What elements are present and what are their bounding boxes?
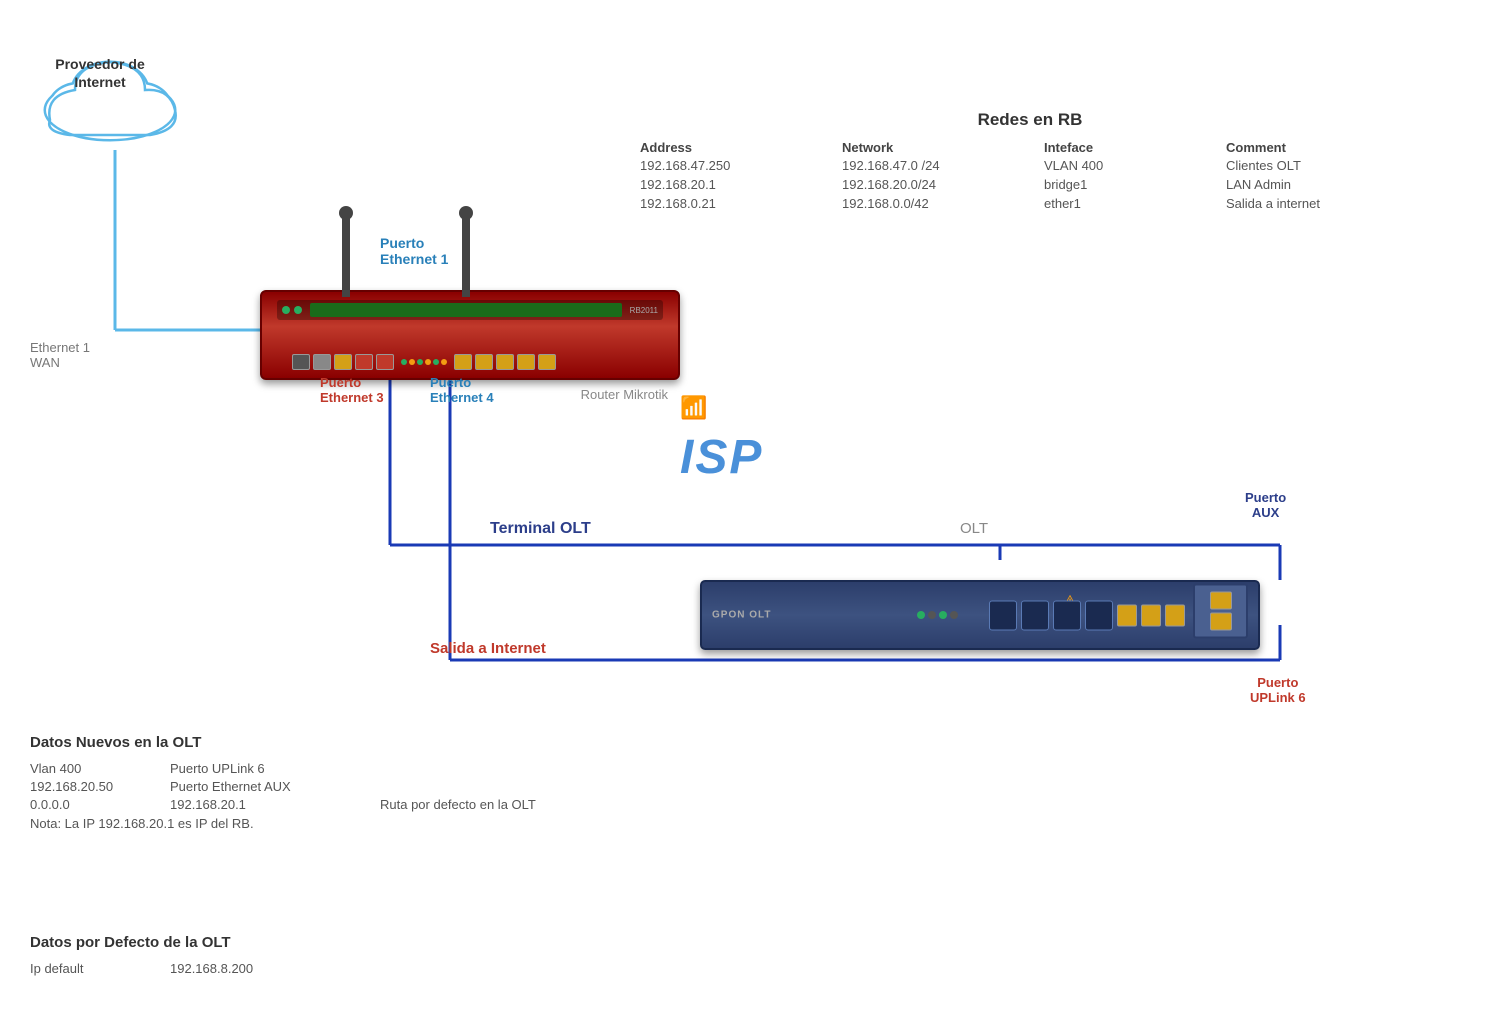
cell-net-3: 192.168.0.0/42 bbox=[842, 195, 1042, 212]
cell-net-2: 192.168.20.0/24 bbox=[842, 176, 1042, 193]
salida-internet-label: Salida a Internet bbox=[430, 640, 546, 657]
cell-addr-1: 192.168.47.250 bbox=[640, 157, 840, 174]
dn-row1-col1: Vlan 400 bbox=[30, 761, 160, 776]
olt-title-label: OLT bbox=[960, 520, 988, 537]
olt-device-label: GPON OLT bbox=[712, 610, 771, 621]
cell-addr-2: 192.168.20.1 bbox=[640, 176, 840, 193]
olt-led-4 bbox=[950, 611, 958, 619]
olt-rj45-3 bbox=[1165, 604, 1185, 626]
port-ethernet1-label: Puerto Ethernet 1 bbox=[380, 235, 448, 267]
aux-port-group bbox=[1193, 584, 1248, 639]
olt-led-3 bbox=[939, 611, 947, 619]
router-mikrotik: RB2011 bbox=[260, 290, 680, 380]
datos-nuevos-nota: Nota: La IP 192.168.20.1 es IP del RB. bbox=[30, 816, 536, 831]
dn-row2-col1: 192.168.20.50 bbox=[30, 779, 160, 794]
port-ethernet3-label: PuertoEthernet 3 bbox=[320, 375, 384, 405]
col-header-interface: Inteface bbox=[1044, 140, 1224, 155]
dn-row3-col1: 0.0.0.0 bbox=[30, 797, 160, 812]
datos-defecto-section: Datos por Defecto de la OLT Ip default 1… bbox=[30, 934, 370, 976]
dn-row2-col3 bbox=[380, 779, 536, 794]
dn-row2-col2: Puerto Ethernet AUX bbox=[170, 779, 370, 794]
isp-label: ISP bbox=[680, 430, 763, 485]
cell-comment-2: LAN Admin bbox=[1226, 176, 1426, 193]
olt-sfp-3 bbox=[1053, 600, 1081, 630]
redes-title: Redes en RB bbox=[640, 110, 1420, 130]
cloud-label: Proveedor de Internet bbox=[35, 55, 165, 91]
aux-rj45-2 bbox=[1210, 613, 1232, 631]
puerto-uplink-label: Puerto UPLink 6 bbox=[1250, 675, 1306, 705]
datos-nuevos-section: Datos Nuevos en la OLT Vlan 400 Puerto U… bbox=[30, 734, 536, 831]
dn-row1-col3 bbox=[380, 761, 536, 776]
olt-led-2 bbox=[928, 611, 936, 619]
antenna-right bbox=[462, 212, 470, 297]
cell-net-1: 192.168.47.0 /24 bbox=[842, 157, 1042, 174]
col-header-network: Network bbox=[842, 140, 1042, 155]
olt-sfp-1 bbox=[989, 600, 1017, 630]
ethernet-wan-label: Ethernet 1 WAN bbox=[30, 340, 90, 370]
datos-nuevos-title: Datos Nuevos en la OLT bbox=[30, 734, 536, 751]
olt-sfp-2 bbox=[1021, 600, 1049, 630]
dn-row3-col2: 192.168.20.1 bbox=[170, 797, 370, 812]
olt-rj45-2 bbox=[1141, 604, 1161, 626]
dn-row1-col2: Puerto UPLink 6 bbox=[170, 761, 370, 776]
cell-iface-3: ether1 bbox=[1044, 195, 1224, 212]
olt-sfp-4 bbox=[1085, 600, 1113, 630]
router-label: Router Mikrotik bbox=[581, 387, 668, 402]
puerto-aux-label: Puerto AUX bbox=[1245, 490, 1286, 520]
olt-led-1 bbox=[917, 611, 925, 619]
olt-device: GPON OLT ⚠ bbox=[700, 580, 1260, 650]
cell-comment-3: Salida a internet bbox=[1226, 195, 1426, 212]
col-header-address: Address bbox=[640, 140, 840, 155]
aux-rj45-1 bbox=[1210, 592, 1232, 610]
antenna-left bbox=[342, 212, 350, 297]
cell-iface-1: VLAN 400 bbox=[1044, 157, 1224, 174]
dn-row3-col3: Ruta por defecto en la OLT bbox=[380, 797, 536, 812]
cell-addr-3: 192.168.0.21 bbox=[640, 195, 840, 212]
port-ethernet4-label: PuertoEthernet 4 bbox=[430, 375, 494, 405]
dd-row1-col2: 192.168.8.200 bbox=[170, 961, 370, 976]
terminal-olt-label: Terminal OLT bbox=[490, 520, 591, 538]
olt-rj45-1 bbox=[1117, 604, 1137, 626]
redes-table: Redes en RB Address Network Inteface Com… bbox=[640, 110, 1420, 212]
cell-comment-1: Clientes OLT bbox=[1226, 157, 1426, 174]
datos-defecto-title: Datos por Defecto de la OLT bbox=[30, 934, 370, 951]
cell-iface-2: bridge1 bbox=[1044, 176, 1224, 193]
isp-wifi-icon: 📶 bbox=[680, 395, 707, 421]
col-header-comment: Comment bbox=[1226, 140, 1426, 155]
dd-row1-col1: Ip default bbox=[30, 961, 160, 976]
